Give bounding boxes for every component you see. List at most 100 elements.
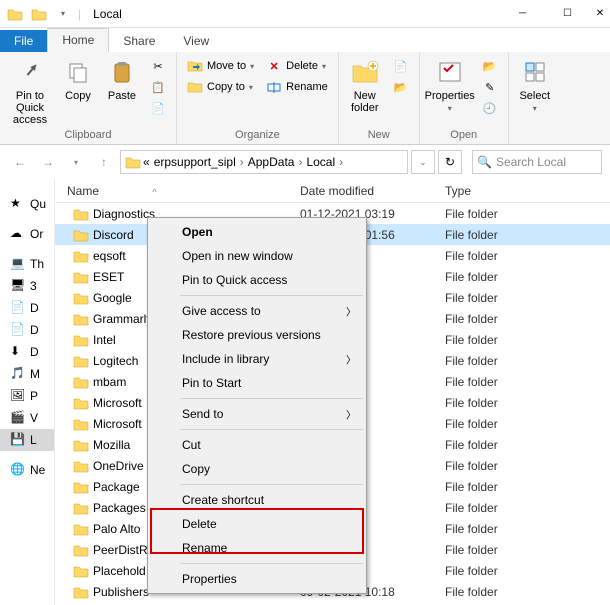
sidebar-item[interactable]: ⬇D [0, 341, 54, 363]
quick-access-toolbar: ▾ [0, 3, 74, 25]
column-type[interactable]: Type [445, 184, 610, 198]
new-item-button[interactable]: 📄 [389, 56, 413, 76]
address-dropdown[interactable]: ⌄ [411, 150, 435, 174]
breadcrumb[interactable]: « erpsupport_sipl› AppData› Local› [120, 150, 408, 174]
folder-icon [73, 564, 89, 578]
file-name: Publishers [93, 585, 149, 599]
folder-icon [73, 291, 89, 305]
cut-small-button[interactable]: ✂ [146, 56, 170, 76]
sidebar-item[interactable]: 🖥3 [0, 275, 54, 297]
window-controls: ─ ☐ ✕ [500, 0, 610, 28]
delete-button[interactable]: ✕ Delete▾ [262, 56, 332, 76]
ctx-include-library[interactable]: Include in library〉 [150, 347, 364, 371]
tab-share[interactable]: Share [109, 30, 169, 52]
folder-icon [73, 207, 89, 221]
ctx-create-shortcut[interactable]: Create shortcut [150, 488, 364, 512]
forward-button[interactable]: → [36, 150, 60, 174]
chevron-right-icon[interactable]: › [238, 155, 246, 169]
copy-path-small-button[interactable]: 📋 [146, 77, 170, 97]
paste-shortcut-icon: 📄 [150, 100, 166, 116]
new-folder-button[interactable]: New folder [343, 54, 387, 116]
file-type: File folder [445, 564, 610, 578]
folder-icon [73, 396, 89, 410]
file-name: Discord [93, 228, 134, 242]
ctx-properties[interactable]: Properties [150, 567, 364, 591]
breadcrumb-overflow[interactable]: « [141, 155, 152, 169]
sidebar-item[interactable]: 🎵M [0, 363, 54, 385]
sidebar-item[interactable]: 💻Th [0, 253, 54, 275]
sidebar-item[interactable]: 📄D [0, 319, 54, 341]
sidebar-item[interactable]: 🌐Ne [0, 459, 54, 481]
sidebar-item[interactable]: 🖼P [0, 385, 54, 407]
up-button[interactable]: ↑ [92, 150, 116, 174]
ribbon-group-select: Select ▾ [509, 52, 561, 144]
tab-home[interactable]: Home [47, 28, 109, 52]
ctx-restore-previous[interactable]: Restore previous versions [150, 323, 364, 347]
ctx-cut[interactable]: Cut [150, 433, 364, 457]
copy-button[interactable]: Copy [56, 54, 100, 104]
sidebar-item-label: 3 [30, 279, 37, 293]
ctx-separator [180, 429, 363, 430]
sidebar-item[interactable]: 📄D [0, 297, 54, 319]
column-name[interactable]: Name ^ [55, 184, 300, 198]
column-date[interactable]: Date modified [300, 184, 445, 198]
copy-to-button[interactable]: Copy to▾ [183, 77, 258, 97]
ctx-open-new-window[interactable]: Open in new window [150, 244, 364, 268]
folder-badge-icon[interactable] [28, 3, 50, 25]
tab-view[interactable]: View [169, 30, 223, 52]
refresh-button[interactable]: ↻ [438, 150, 462, 174]
folder-icon[interactable] [4, 3, 26, 25]
navigation-pane[interactable]: ★Qu☁Or💻Th🖥3📄D📄D⬇D🎵M🖼P🎬V💾L🌐Ne [0, 179, 55, 605]
move-to-button[interactable]: Move to▾ [183, 56, 258, 76]
ctx-pin-start[interactable]: Pin to Start [150, 371, 364, 395]
sidebar-item[interactable]: ☁Or [0, 223, 54, 245]
file-name: Google [93, 291, 132, 305]
file-type: File folder [445, 501, 610, 515]
search-input[interactable]: 🔍 Search Local [472, 150, 602, 174]
file-name: Placehold [93, 564, 146, 578]
file-type: File folder [445, 354, 610, 368]
rename-button[interactable]: Rename [262, 77, 332, 97]
maximize-button[interactable]: ☐ [545, 0, 590, 28]
folder-icon [73, 375, 89, 389]
minimize-button[interactable]: ─ [500, 0, 545, 28]
ctx-delete[interactable]: Delete [150, 512, 364, 536]
open-small-button[interactable]: 📂 [478, 56, 502, 76]
easy-access-button[interactable]: 📂 [389, 77, 413, 97]
ctx-open[interactable]: Open [150, 220, 364, 244]
sidebar-item-label: P [30, 389, 38, 403]
ctx-pin-quick-access[interactable]: Pin to Quick access [150, 268, 364, 292]
paste-button[interactable]: Paste [100, 54, 144, 104]
chevron-right-icon[interactable]: › [337, 155, 345, 169]
ctx-copy[interactable]: Copy [150, 457, 364, 481]
sidebar-item[interactable]: 🎬V [0, 407, 54, 429]
breadcrumb-part-1[interactable]: erpsupport_sipl [152, 155, 238, 169]
ctx-send-to[interactable]: Send to〉 [150, 402, 364, 426]
ctx-rename[interactable]: Rename [150, 536, 364, 560]
easy-access-icon: 📂 [393, 79, 409, 95]
close-button[interactable]: ✕ [590, 0, 610, 28]
select-button[interactable]: Select ▾ [513, 54, 557, 115]
ribbon-group-clipboard: Pin to Quick access Copy Paste ✂ 📋 📄 Cli… [0, 52, 177, 144]
sidebar-item[interactable]: 💾L [0, 429, 54, 451]
tab-file[interactable]: File [0, 30, 47, 52]
breadcrumb-part-3[interactable]: Local [304, 155, 337, 169]
history-small-button[interactable]: 🕘 [478, 98, 502, 118]
ctx-give-access-to[interactable]: Give access to〉 [150, 299, 364, 323]
paste-shortcut-small-button[interactable]: 📄 [146, 98, 170, 118]
properties-button[interactable]: Properties ▾ [424, 54, 476, 115]
breadcrumb-folder-icon [125, 155, 141, 169]
file-type: File folder [445, 375, 610, 389]
breadcrumb-part-2[interactable]: AppData [246, 155, 297, 169]
edit-small-button[interactable]: ✎ [478, 77, 502, 97]
file-type: File folder [445, 396, 610, 410]
new-item-icon: 📄 [393, 58, 409, 74]
back-button[interactable]: ← [8, 150, 32, 174]
chevron-right-icon[interactable]: › [296, 155, 304, 169]
pin-quick-access-button[interactable]: Pin to Quick access [4, 54, 56, 128]
context-menu: Open Open in new window Pin to Quick acc… [147, 217, 367, 594]
recent-locations-button[interactable]: ▾ [64, 150, 88, 174]
sidebar-item[interactable]: ★Qu [0, 193, 54, 215]
file-name: mbam [93, 375, 126, 389]
qat-dropdown[interactable]: ▾ [52, 3, 74, 25]
